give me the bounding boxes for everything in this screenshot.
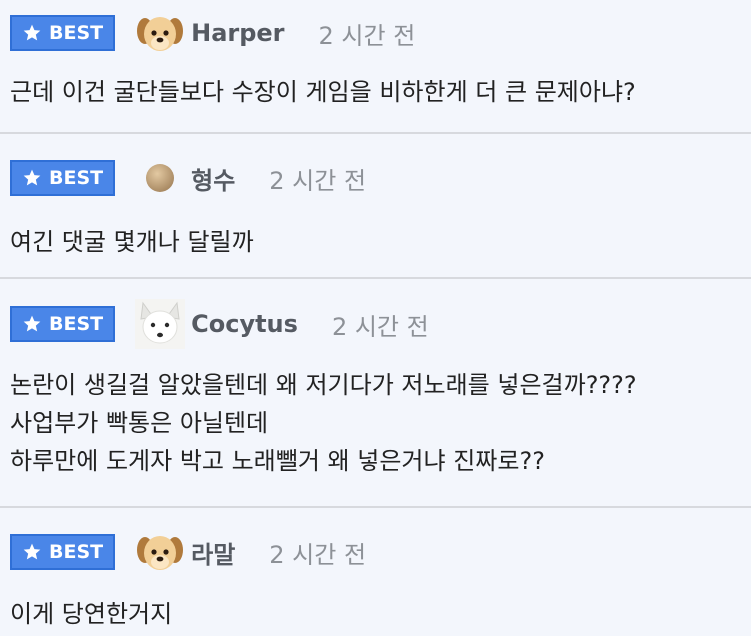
- beige-circle-avatar-icon[interactable]: [135, 153, 185, 203]
- comment-text: 근데 이건 굴단들보다 수장이 게임을 비하한게 더 큰 문제아냐?: [10, 73, 739, 111]
- puppy-avatar-icon[interactable]: [135, 8, 185, 58]
- white-fox-avatar-icon[interactable]: [135, 299, 186, 349]
- comment-line: 사업부가 빡통은 아닐텐데: [10, 409, 269, 437]
- timestamp: 2 시간 전: [331, 312, 429, 341]
- comment-line: 논란이 생길걸 알았을텐데 왜 저기다가 저노래를 넣은걸까????: [10, 371, 637, 399]
- comment-line: 여긴 댓굴 몇개나 달릴까: [10, 228, 254, 256]
- username[interactable]: Cocytus: [191, 310, 298, 338]
- best-badge: BEST: [10, 534, 116, 570]
- comment-item: BEST Harper 2 시간 전 근데 이건 굴단들보다 수장이 게임을 비…: [0, 0, 751, 134]
- comment-text: 논란이 생길걸 알았을텐데 왜 저기다가 저노래를 넣은걸까???? 사업부가 …: [10, 366, 739, 480]
- comment-line: 이게 당연한거지: [10, 600, 173, 628]
- puppy-avatar-icon[interactable]: [135, 527, 185, 577]
- star-icon: [23, 315, 41, 332]
- star-icon: [23, 24, 41, 41]
- best-badge-label: BEST: [49, 313, 104, 335]
- timestamp: 2 시간 전: [269, 166, 367, 195]
- best-badge: BEST: [10, 160, 116, 196]
- comment-header: BEST Harper 2 시간 전: [10, 13, 739, 53]
- comment-text: 이게 당연한거지: [10, 595, 739, 633]
- best-badge-label: BEST: [49, 167, 104, 189]
- star-icon: [23, 169, 41, 186]
- comment-header: BEST Cocytus 2 시간 전: [10, 299, 739, 349]
- best-badge: BEST: [10, 15, 116, 51]
- comment-header: BEST 형수 2 시간 전: [10, 158, 739, 198]
- timestamp: 2 시간 전: [269, 540, 367, 569]
- comment-list: BEST Harper 2 시간 전 근데 이건 굴단들보다 수장이 게임을 비…: [0, 0, 751, 636]
- timestamp: 2 시간 전: [318, 21, 416, 50]
- comment-text: 여긴 댓굴 몇개나 달릴까: [10, 223, 739, 261]
- comment-item: BEST 라말 2 시간 전 이게 당연한거지: [0, 508, 751, 636]
- best-badge: BEST: [10, 306, 116, 342]
- username[interactable]: Harper: [191, 19, 284, 47]
- best-badge-label: BEST: [49, 541, 104, 563]
- username[interactable]: 라말: [191, 535, 235, 570]
- star-icon: [23, 543, 41, 560]
- username[interactable]: 형수: [191, 161, 235, 196]
- comment-item: BEST Cocytus 2 시간 전 논란이 생길걸 알았을텐데 왜 저기다가…: [0, 279, 751, 508]
- comment-line: 하루만에 도게자 박고 노래뺄거 왜 넣은거냐 진짜로??: [10, 447, 545, 475]
- comment-item: BEST 형수 2 시간 전 여긴 댓굴 몇개나 달릴까: [0, 134, 751, 279]
- best-badge-label: BEST: [49, 22, 104, 44]
- comment-header: BEST 라말 2 시간 전: [10, 532, 739, 572]
- comment-line: 근데 이건 굴단들보다 수장이 게임을 비하한게 더 큰 문제아냐?: [10, 78, 636, 106]
